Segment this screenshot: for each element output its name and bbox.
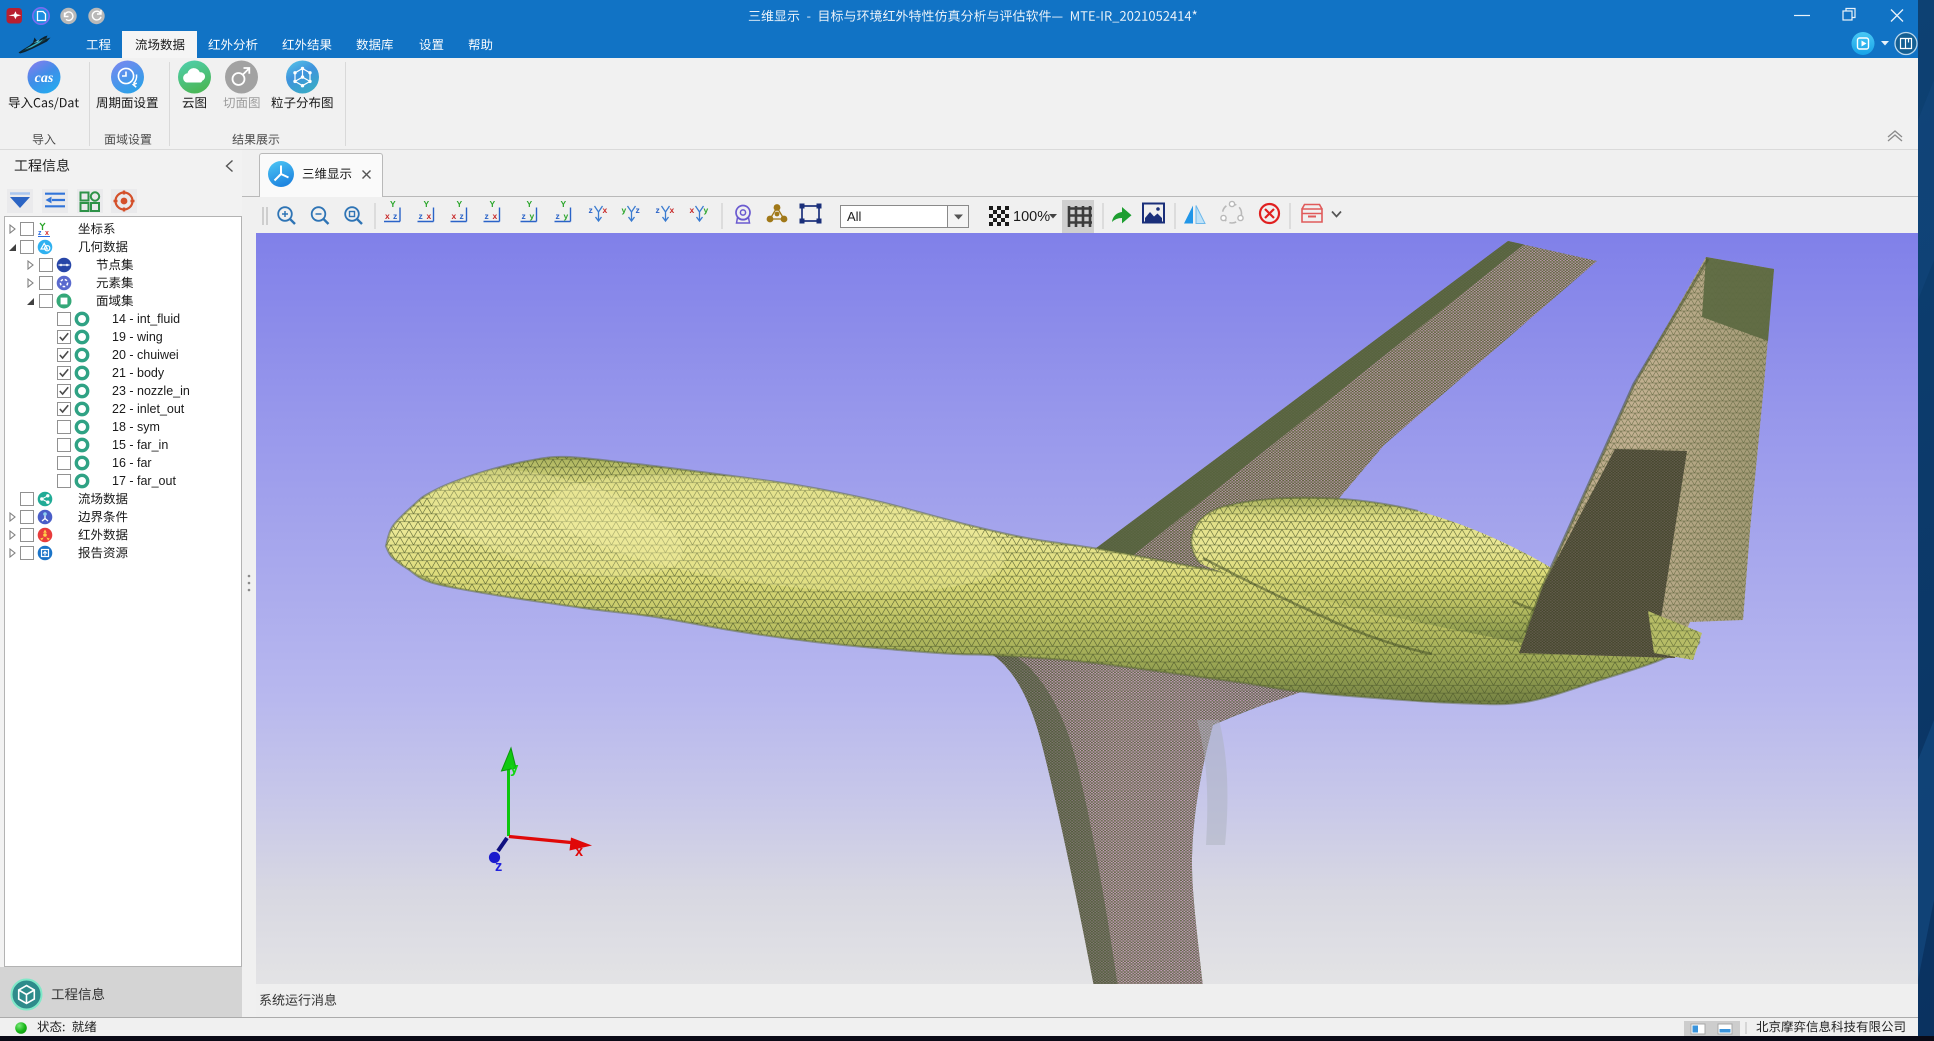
svg-text:z: z [495,859,502,875]
svg-text:100%: 100% [1013,209,1050,225]
svg-text:x: x [575,844,583,860]
svg-text:y: y [510,760,519,777]
